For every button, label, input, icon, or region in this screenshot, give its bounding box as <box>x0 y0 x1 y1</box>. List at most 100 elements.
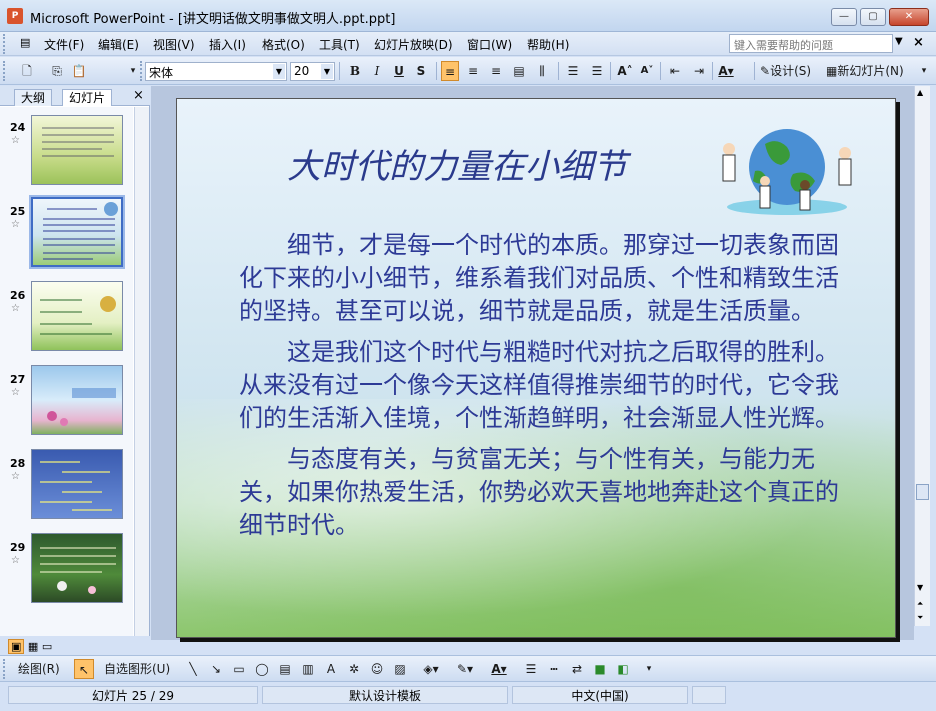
autoshapes-button[interactable]: 自选图形(U) <box>104 659 170 679</box>
menu-slideshow[interactable]: 幻灯片放映(D) <box>374 36 453 53</box>
toolbar-separator <box>558 62 559 80</box>
italic-button[interactable]: I <box>368 61 386 81</box>
toolbar-overflow-icon[interactable]: ▾ <box>915 61 933 81</box>
help-dropdown-icon[interactable]: ▼ <box>895 36 903 47</box>
slide-thumbnail-26[interactable] <box>31 281 123 351</box>
toolbar-separator <box>339 62 340 80</box>
sorter-view-icon[interactable]: ▦ <box>28 640 38 653</box>
bold-button[interactable]: B <box>346 61 364 81</box>
normal-view-icon[interactable]: ▣ <box>8 639 25 654</box>
minimize-button[interactable]: — <box>831 8 857 26</box>
maximize-button[interactable]: ▢ <box>860 8 886 26</box>
toolbar-separator <box>436 62 437 80</box>
help-search-input[interactable]: 键入需要帮助的问题 <box>729 34 893 53</box>
fill-color-icon[interactable]: ◈▾ <box>422 659 440 679</box>
close-button[interactable]: ✕ <box>889 8 929 26</box>
size-dropdown-icon[interactable]: ▼ <box>321 64 333 79</box>
numbering-icon[interactable]: ☰ <box>564 61 582 81</box>
slide-canvas[interactable]: 大时代的力量在小细节 细节，才是每一个时代的本质。那穿过一切表象而固化下来的小小… <box>176 98 896 638</box>
underline-button[interactable]: U <box>390 61 408 81</box>
design-button[interactable]: ✎设计(S) <box>760 61 811 81</box>
slide-thumbnail-29[interactable] <box>31 533 123 603</box>
copy-icon[interactable]: ⎘ <box>48 61 66 81</box>
menu-help[interactable]: 帮助(H) <box>527 36 569 53</box>
decrease-indent-icon[interactable]: ⇤ <box>666 61 684 81</box>
diagram-icon[interactable]: ✲ <box>345 659 363 679</box>
align-center-icon[interactable]: ≡ <box>464 61 482 81</box>
decrease-font-icon[interactable]: A˅ <box>638 61 656 81</box>
menu-format[interactable]: 格式(O) <box>262 36 305 53</box>
arrow-icon[interactable]: ↘ <box>207 659 225 679</box>
scroll-down-icon[interactable]: ▼ <box>917 583 923 592</box>
previous-slide-icon[interactable]: ⏶ <box>917 599 923 609</box>
pane-close-icon[interactable]: × <box>133 88 144 103</box>
toolbar-separator <box>712 62 713 80</box>
draw-menu-button[interactable]: 绘图(R) <box>18 659 60 679</box>
wordart-icon[interactable]: A <box>322 659 340 679</box>
toolbar-grip[interactable] <box>3 61 6 81</box>
slide-thumbnail-24[interactable] <box>31 115 123 185</box>
text-color-icon[interactable]: A▾ <box>490 659 508 679</box>
bullets-icon[interactable]: ☰ <box>588 61 606 81</box>
menu-file[interactable]: 文件(F) <box>44 36 84 53</box>
clipart-icon[interactable]: ☺ <box>368 659 386 679</box>
thumbnail-scrollbar[interactable] <box>134 107 149 636</box>
dash-style-icon[interactable]: ┅ <box>545 659 563 679</box>
tab-slides[interactable]: 幻灯片 <box>62 89 113 106</box>
font-name-select[interactable]: 宋体 ▼ <box>145 62 287 81</box>
slide-body-text[interactable]: 细节，才是每一个时代的本质。那穿过一切表象而固化下来的小小细节，维系着我们对品质… <box>239 229 839 550</box>
thumbnail-text-lines <box>40 547 116 594</box>
line-style-icon[interactable]: ☰ <box>522 659 540 679</box>
editor-vertical-scrollbar[interactable]: ▲ ▼ ⏶ ⏷ <box>914 86 930 626</box>
shadow-button[interactable]: S <box>412 61 430 81</box>
slide-thumbnail-27[interactable] <box>31 365 123 435</box>
picture-icon[interactable]: ▨ <box>391 659 409 679</box>
powerpoint-app-icon[interactable]: P <box>7 8 23 24</box>
arrow-style-icon[interactable]: ⇄ <box>568 659 586 679</box>
select-pointer-icon[interactable]: ↖ <box>74 659 94 679</box>
menu-insert[interactable]: 插入(I) <box>209 36 246 53</box>
slide-title[interactable]: 大时代的力量在小细节 <box>287 139 627 188</box>
slide-thumbnail-25[interactable] <box>29 195 125 269</box>
slide-thumbnail-28[interactable] <box>31 449 123 519</box>
shadow-style-icon[interactable]: ■ <box>591 659 609 679</box>
increase-indent-icon[interactable]: ⇥ <box>690 61 708 81</box>
paste-icon[interactable]: 📋 <box>70 61 88 81</box>
new-slide-label: 新幻灯片(N) <box>837 64 904 78</box>
pane-tabs: 大纲 幻灯片 × <box>0 86 150 106</box>
document-close-button[interactable]: × <box>913 35 924 50</box>
slide-number: 24 <box>10 121 26 134</box>
scroll-up-icon[interactable]: ▲ <box>917 88 923 97</box>
slideshow-view-icon[interactable]: ▭ <box>42 640 52 653</box>
line-icon[interactable]: ╲ <box>184 659 202 679</box>
toolbar-grip-2[interactable] <box>140 61 143 81</box>
scroll-thumb[interactable] <box>916 484 929 500</box>
distribute-icon[interactable]: ⫼ <box>533 61 551 81</box>
vertical-textbox-icon[interactable]: ▥ <box>299 659 317 679</box>
menu-view[interactable]: 视图(V) <box>153 36 195 53</box>
new-document-icon[interactable]: 🗋 <box>18 61 36 81</box>
next-slide-icon[interactable]: ⏷ <box>917 613 923 623</box>
new-slide-button[interactable]: ▦新幻灯片(N) <box>826 61 904 81</box>
drawbar-overflow-icon[interactable]: ▾ <box>640 659 658 679</box>
justify-icon[interactable]: ▤ <box>510 61 528 81</box>
menu-edit[interactable]: 编辑(E) <box>98 36 139 53</box>
tab-outline[interactable]: 大纲 <box>14 89 53 106</box>
line-color-icon[interactable]: ✎▾ <box>456 659 474 679</box>
menu-window[interactable]: 窗口(W) <box>467 36 512 53</box>
font-dropdown-icon[interactable]: ▼ <box>273 64 285 79</box>
oval-icon[interactable]: ◯ <box>253 659 271 679</box>
textbox-icon[interactable]: ▤ <box>276 659 294 679</box>
font-size-select[interactable]: 20 ▼ <box>290 62 335 81</box>
drawbar-grip[interactable] <box>3 659 6 679</box>
align-left-icon[interactable]: ≡ <box>441 61 459 81</box>
increase-font-icon[interactable]: A˄ <box>616 61 634 81</box>
align-right-icon[interactable]: ≡ <box>487 61 505 81</box>
font-color-icon[interactable]: A▾ <box>717 61 735 81</box>
3d-style-icon[interactable]: ◧ <box>614 659 632 679</box>
document-icon[interactable]: ▤ <box>20 36 30 49</box>
template-status: 默认设计模板 <box>262 686 508 704</box>
menu-tools[interactable]: 工具(T) <box>319 36 360 53</box>
menubar-grip[interactable] <box>3 34 6 54</box>
rectangle-icon[interactable]: ▭ <box>230 659 248 679</box>
